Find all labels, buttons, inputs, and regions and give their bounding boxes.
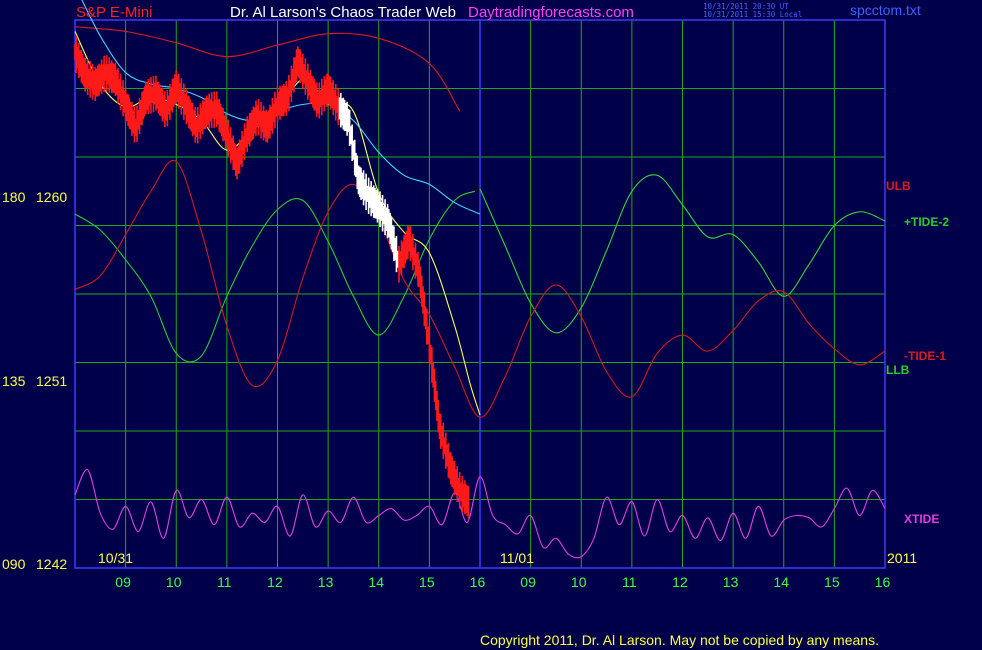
series-label-tide-1: -TIDE-1 [904, 349, 946, 363]
symbol-title: S&P E-Mini [76, 4, 152, 21]
app-title: Dr. Al Larson's Chaos Trader Web [230, 4, 456, 21]
x-tick-label: 12 [672, 574, 688, 590]
copyright-notice: Copyright 2011, Dr. Al Larson. May not b… [480, 632, 879, 648]
x-tick-label: 14 [368, 574, 384, 590]
y-price-label: 1251 [36, 373, 67, 389]
timestamp-local: 10/31/2011 15:30 Local [703, 10, 802, 19]
x-tick-label: 14 [773, 574, 789, 590]
date-label: 11/01 [500, 550, 534, 566]
x-tick-label: 13 [318, 574, 334, 590]
x-tick-label: 11 [217, 574, 232, 590]
y-price-label: 1242 [36, 556, 67, 572]
chaos-trader-chart: S&P E-Mini Dr. Al Larson's Chaos Trader … [0, 0, 982, 650]
y-angle-label: 090 [2, 556, 26, 572]
y-price-label: 1260 [36, 189, 67, 205]
series-label-llb: LLB [886, 363, 910, 377]
x-tick-label: 09 [520, 574, 536, 590]
x-tick-label: 12 [267, 574, 283, 590]
data-filename: spcctom.txt [850, 2, 921, 18]
date-label: 10/31 [98, 550, 133, 566]
x-tick-label: 15 [419, 574, 435, 590]
x-tick-label: 16 [470, 574, 486, 590]
x-tick-label: 10 [166, 574, 182, 590]
x-tick-label: 10 [571, 574, 587, 590]
site-link[interactable]: Daytradingforecasts.com [468, 4, 634, 21]
series-label-tide-2: +TIDE-2 [904, 215, 949, 229]
y-angle-label: 180 [2, 189, 26, 205]
x-tick-label: 15 [824, 574, 840, 590]
x-tick-label: 09 [115, 574, 131, 590]
x-tick-label: 13 [723, 574, 739, 590]
x-tick-label: 16 [875, 574, 891, 590]
series-label-ulb: ULB [886, 179, 911, 193]
series-label-xtide: XTIDE [904, 512, 939, 526]
x-tick-label: 11 [622, 574, 637, 590]
year-label: 2011 [887, 550, 917, 566]
y-angle-label: 135 [2, 373, 26, 389]
